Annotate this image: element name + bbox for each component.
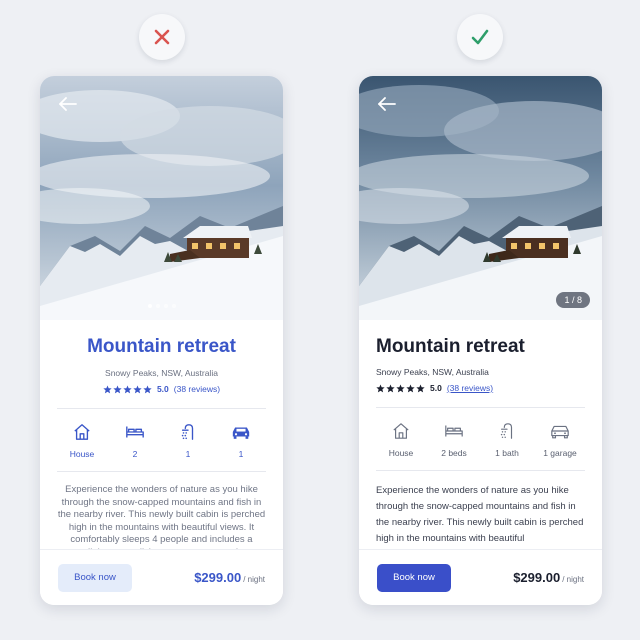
price: $299.00 / night <box>513 570 584 585</box>
star-icon <box>103 384 112 393</box>
amenity-label: House <box>69 449 95 459</box>
back-button[interactable] <box>56 92 80 116</box>
rating-row: 5.0 (38 reviews) <box>359 383 602 393</box>
amenity-label: 1 <box>238 449 244 459</box>
good-example-badge <box>457 14 503 60</box>
reviews-link[interactable]: (38 reviews) <box>447 383 493 393</box>
carousel-dot[interactable] <box>147 304 152 308</box>
house-icon <box>74 424 90 440</box>
amenity-label: 1 bath <box>495 448 519 458</box>
star-icon <box>133 384 142 393</box>
car-icon <box>232 427 250 439</box>
rating-row: 5.0 (38 reviews) <box>40 384 283 394</box>
star-rating <box>103 384 152 394</box>
amenity-label: House <box>388 448 414 458</box>
star-icon <box>406 383 415 392</box>
amenity-label: 1 <box>185 449 191 459</box>
price-amount: $299.00 <box>513 570 561 585</box>
carousel-dot[interactable] <box>163 304 168 308</box>
bed-icon <box>126 426 144 438</box>
amenity-label: 2 <box>132 449 138 459</box>
arrow-left-icon <box>378 97 396 111</box>
booking-footer: Book now $299.00 / night <box>359 549 602 605</box>
star-icon <box>113 384 122 393</box>
amenity-bath: 1 bath <box>483 420 531 458</box>
amenity-garage: 1 garage <box>536 420 584 458</box>
amenity-beds: 2 <box>111 421 159 459</box>
amenities-row: House 2 1 1 <box>40 409 283 459</box>
car-icon <box>551 425 569 439</box>
x-mark-icon <box>154 29 170 45</box>
back-button[interactable] <box>375 92 399 116</box>
star-rating <box>376 383 425 393</box>
carousel-dots[interactable] <box>40 304 283 308</box>
star-icon <box>123 384 132 393</box>
amenities-row: House 2 beds 1 bath 1 garage <box>359 408 602 458</box>
divider <box>57 471 266 472</box>
check-mark-icon <box>471 29 489 45</box>
photo-counter: 1 / 8 <box>556 292 590 308</box>
shower-icon <box>181 424 194 440</box>
amenity-house: House <box>58 421 106 459</box>
star-icon <box>143 384 152 393</box>
listing-details: Mountain retreat Snowy Peaks, NSW, Austr… <box>359 320 602 547</box>
listing-location: Snowy Peaks, NSW, Australia <box>376 367 489 377</box>
price-amount: $299.00 <box>194 570 242 585</box>
shower-icon <box>500 423 513 439</box>
amenity-garage: 1 <box>217 421 265 459</box>
star-icon <box>396 383 405 392</box>
amenity-bath: 1 <box>164 421 212 459</box>
listing-description: Experience the wonders of nature as you … <box>376 485 584 544</box>
listing-location: Snowy Peaks, NSW, Australia <box>105 368 218 378</box>
arrow-left-icon <box>59 97 77 111</box>
price: $299.00 / night <box>194 570 265 585</box>
carousel-dot[interactable] <box>171 304 176 308</box>
rating-score: 5.0 <box>156 384 169 394</box>
house-icon <box>393 423 409 439</box>
amenity-label: 2 beds <box>441 448 467 458</box>
bad-example-badge <box>139 14 185 60</box>
price-unit: / night <box>562 575 584 584</box>
listing-title: Mountain retreat <box>87 336 236 357</box>
price-unit: / night <box>243 575 265 584</box>
carousel-dot[interactable] <box>155 304 160 308</box>
book-now-button[interactable]: Book now <box>377 563 451 592</box>
rating-score: 5.0 <box>430 383 442 393</box>
booking-footer: Book now $299.00 / night <box>40 549 283 605</box>
reviews-link[interactable]: (38 reviews) <box>174 384 220 394</box>
amenity-label: 1 garage <box>543 448 577 458</box>
good-example-card: 1 / 8 Mountain retreat Snowy Peaks, NSW,… <box>359 76 602 605</box>
star-icon <box>376 383 385 392</box>
listing-title: Mountain retreat <box>376 336 525 357</box>
amenity-beds: 2 beds <box>430 420 478 458</box>
bed-icon <box>445 425 463 437</box>
bad-example-card: Mountain retreat Snowy Peaks, NSW, Austr… <box>40 76 283 605</box>
listing-details: Mountain retreat Snowy Peaks, NSW, Austr… <box>40 320 283 554</box>
book-now-button[interactable]: Book now <box>58 563 132 592</box>
listing-description: Experience the wonders of nature as you … <box>57 484 266 554</box>
star-icon <box>386 383 395 392</box>
star-icon <box>416 383 425 392</box>
amenity-house: House <box>377 420 425 458</box>
divider <box>376 470 585 471</box>
